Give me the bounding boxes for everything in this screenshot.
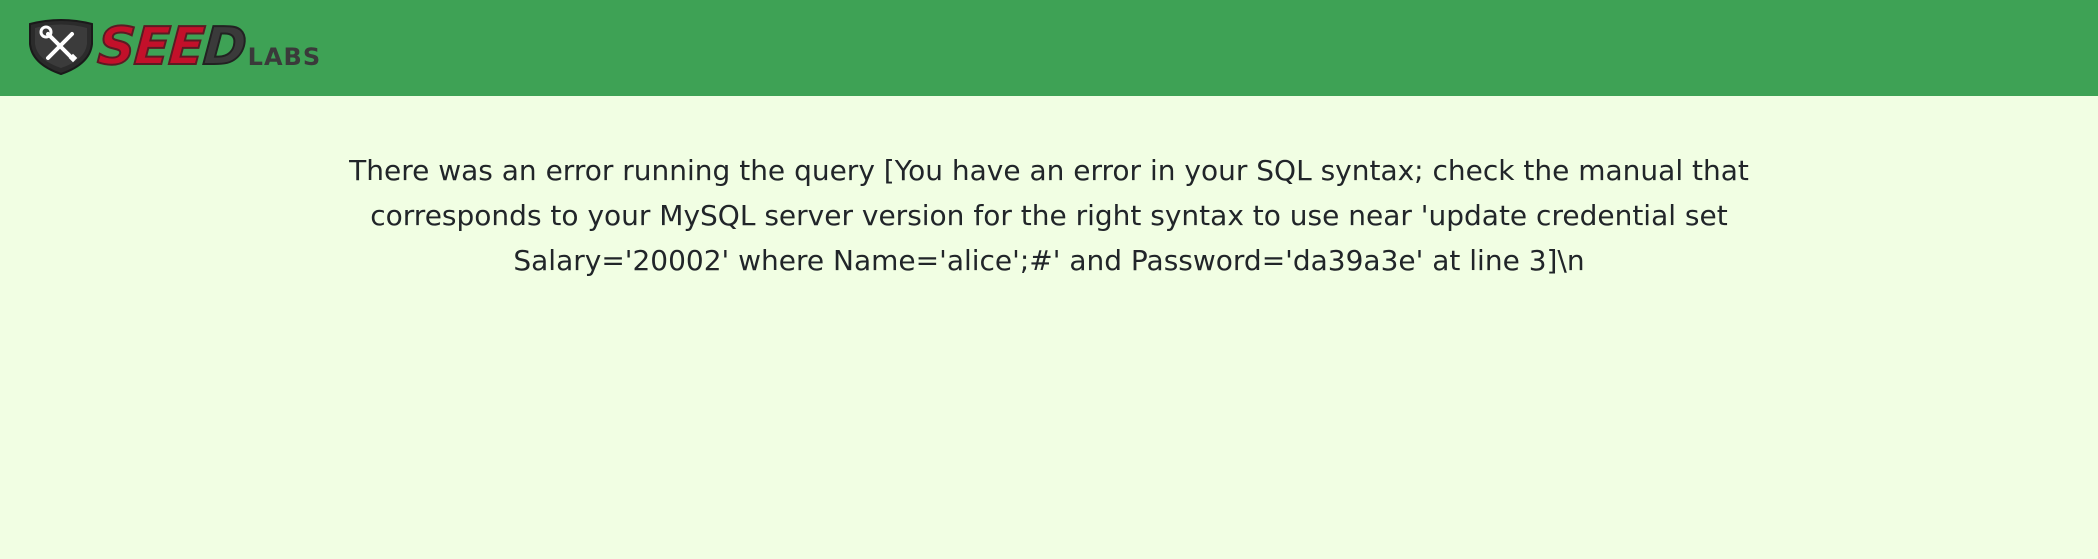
logo-labs-text: LABS [247,43,322,71]
shield-tools-icon [29,19,93,76]
logo-wordmark: SEED LABS [95,16,322,78]
sql-error-message: There was an error running the query [Yo… [349,154,1749,277]
logo-seed-text: SEED [95,16,249,78]
seed-labs-logo[interactable]: SEED LABS [26,16,322,78]
top-navbar: SEED LABS [0,0,2098,96]
